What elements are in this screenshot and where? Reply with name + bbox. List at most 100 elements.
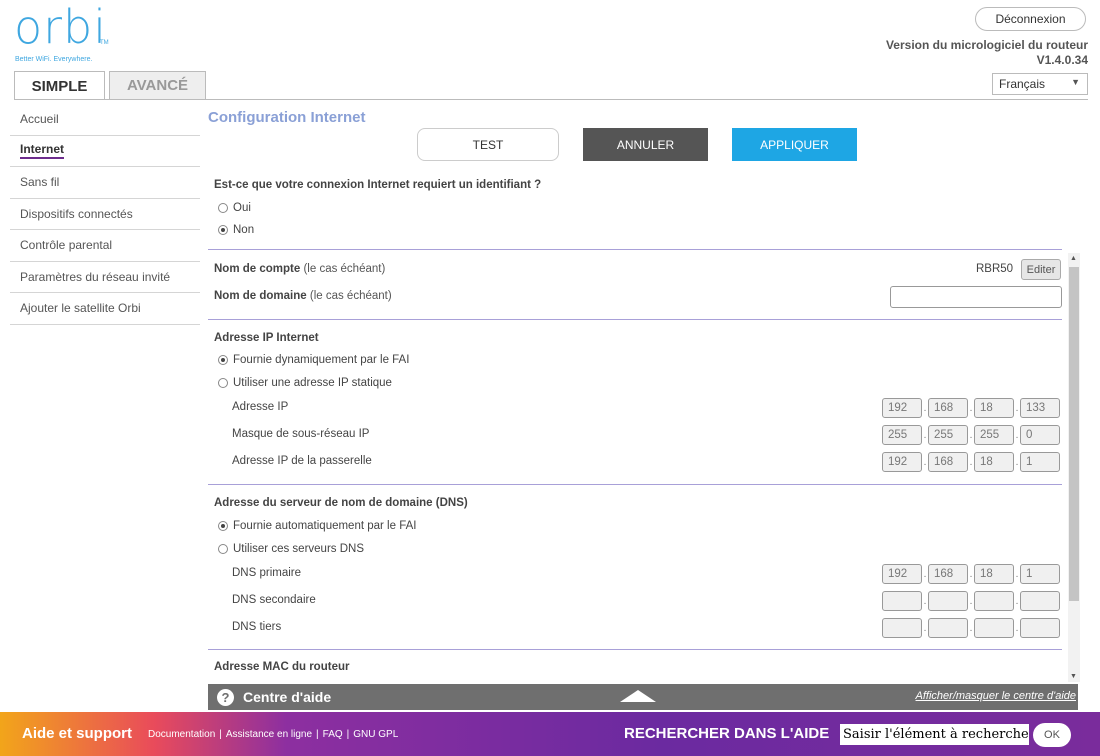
logo-tagline: Better WiFi. Everywhere. <box>15 56 93 63</box>
dns3-octet-2[interactable] <box>928 618 968 638</box>
sidebar-item-internet[interactable]: Internet <box>10 136 200 167</box>
login-yes-radio[interactable]: Oui <box>218 202 251 214</box>
mask-octet-3[interactable]: 255 <box>974 425 1014 445</box>
account-name-value: RBR50 <box>976 263 1014 275</box>
scrollbar[interactable]: ▲ ▼ <box>1068 253 1080 682</box>
dns-manual-radio[interactable]: Utiliser ces serveurs DNS <box>218 543 364 555</box>
account-name-label: Nom de compte (le cas échéant) <box>214 263 386 275</box>
sidebar-item-sans-fil[interactable]: Sans fil <box>10 167 200 199</box>
help-search-ok-button[interactable]: OK <box>1033 723 1071 747</box>
dns-secondary-fields[interactable]: . . . <box>882 591 1060 611</box>
sidebar-item-dispositifs[interactable]: Dispositifs connectés <box>10 199 200 230</box>
firmware-version: V1.4.0.34 <box>1036 53 1088 67</box>
help-center-title: Centre d'aide <box>243 689 332 705</box>
dns3-octet-1[interactable] <box>882 618 922 638</box>
faq-link[interactable]: FAQ <box>323 729 343 740</box>
radio-icon <box>218 378 228 388</box>
scrollbar-thumb[interactable] <box>1069 267 1079 601</box>
ip-octet-3[interactable]: 18 <box>974 398 1014 418</box>
sidebar-item-controle-parental[interactable]: Contrôle parental <box>10 230 200 262</box>
dns-primary-fields[interactable]: 192. 168. 18. 1 <box>882 564 1060 584</box>
dns1-octet-1[interactable]: 192 <box>882 564 922 584</box>
logo-trademark: TM <box>100 40 109 46</box>
subnet-mask-label: Masque de sous-réseau IP <box>232 428 370 440</box>
sidebar: Accueil Internet Sans fil Dispositifs co… <box>10 104 200 325</box>
help-search-label: RECHERCHER DANS L'AIDE <box>624 725 830 742</box>
gnu-gpl-link[interactable]: GNU GPL <box>353 729 398 740</box>
radio-checked-icon <box>218 225 228 235</box>
mask-octet-4[interactable]: 0 <box>1020 425 1060 445</box>
sidebar-item-reseau-invite[interactable]: Paramètres du réseau invité <box>10 262 200 293</box>
scroll-up-icon[interactable]: ▲ <box>1070 255 1077 262</box>
section-divider <box>208 649 1062 650</box>
support-footer: Aide et support Documentation | Assistanc… <box>0 712 1100 756</box>
gateway-label: Adresse IP de la passerelle <box>232 455 372 467</box>
dns1-octet-2[interactable]: 168 <box>928 564 968 584</box>
radio-icon <box>218 544 228 554</box>
documentation-link[interactable]: Documentation <box>148 729 215 740</box>
test-button[interactable]: TEST <box>417 128 559 161</box>
login-no-radio[interactable]: Non <box>218 224 254 236</box>
subnet-mask-fields[interactable]: 255. 255. 255. 0 <box>882 425 1060 445</box>
tab-simple[interactable]: SIMPLE <box>14 71 105 100</box>
gateway-fields[interactable]: 192. 168. 18. 1 <box>882 452 1060 472</box>
logout-button[interactable]: Déconnexion <box>975 7 1086 31</box>
dns-tertiary-fields[interactable]: . . . <box>882 618 1060 638</box>
settings-scroll-area[interactable]: Nom de compte (le cas échéant) RBR50 Edi… <box>208 250 1080 682</box>
logo-wordmark: orbi <box>14 0 108 54</box>
mac-section-title: Adresse MAC du routeur <box>214 661 350 673</box>
question-mark-icon: ? <box>217 688 234 706</box>
triangle-up-icon[interactable] <box>620 690 656 702</box>
dns2-octet-3[interactable] <box>974 591 1014 611</box>
dns3-octet-4[interactable] <box>1020 618 1060 638</box>
dns-primary-label: DNS primaire <box>232 567 302 579</box>
ip-octet-2[interactable]: 168 <box>928 398 968 418</box>
gateway-octet-2[interactable]: 168 <box>928 452 968 472</box>
cancel-button[interactable]: ANNULER <box>583 128 708 161</box>
gateway-octet-1[interactable]: 192 <box>882 452 922 472</box>
help-center-toggle-link[interactable]: Afficher/masquer le centre d'aide <box>916 690 1076 702</box>
sidebar-item-accueil[interactable]: Accueil <box>10 104 200 136</box>
ip-section-title: Adresse IP Internet <box>214 332 319 344</box>
help-center-bar[interactable]: ? Centre d'aide Afficher/masquer le cent… <box>208 684 1078 710</box>
page-title: Configuration Internet <box>208 109 366 126</box>
tab-advanced[interactable]: AVANCÉ <box>109 71 206 99</box>
dns3-octet-3[interactable] <box>974 618 1014 638</box>
header-divider <box>14 99 1088 100</box>
dns2-octet-4[interactable] <box>1020 591 1060 611</box>
domain-name-input[interactable] <box>890 286 1062 308</box>
dns-auto-radio[interactable]: Fournie automatiquement par le FAI <box>218 520 416 532</box>
radio-checked-icon <box>218 521 228 531</box>
online-assistance-link[interactable]: Assistance en ligne <box>226 729 312 740</box>
ip-octet-4[interactable]: 133 <box>1020 398 1060 418</box>
support-title: Aide et support <box>22 725 133 742</box>
ip-address-fields[interactable]: 192. 168. 18. 133 <box>882 398 1060 418</box>
gateway-octet-4[interactable]: 1 <box>1020 452 1060 472</box>
ip-dynamic-radio[interactable]: Fournie dynamiquement par le FAI <box>218 354 409 366</box>
language-select[interactable]: Français ▼ <box>992 73 1088 95</box>
language-value: Français <box>999 77 1046 91</box>
ip-octet-1[interactable]: 192 <box>882 398 922 418</box>
firmware-label: Version du micrologiciel du routeur <box>885 38 1088 52</box>
help-search-input[interactable]: Saisir l'élément à rechercher <box>840 724 1029 745</box>
domain-name-label: Nom de domaine (le cas échéant) <box>214 290 392 302</box>
chevron-down-icon: ▼ <box>1071 77 1080 87</box>
support-links: Documentation | Assistance en ligne | FAQ |… <box>148 729 399 740</box>
dns1-octet-4[interactable]: 1 <box>1020 564 1060 584</box>
gateway-octet-3[interactable]: 18 <box>974 452 1014 472</box>
sidebar-item-ajouter-satellite[interactable]: Ajouter le satellite Orbi <box>10 293 200 325</box>
dns-section-title: Adresse du serveur de nom de domaine (DN… <box>214 497 468 509</box>
apply-button[interactable]: APPLIQUER <box>732 128 857 161</box>
dns1-octet-3[interactable]: 18 <box>974 564 1014 584</box>
ip-static-radio[interactable]: Utiliser une adresse IP statique <box>218 377 392 389</box>
scroll-down-icon[interactable]: ▼ <box>1070 673 1077 680</box>
mask-octet-1[interactable]: 255 <box>882 425 922 445</box>
dns2-octet-1[interactable] <box>882 591 922 611</box>
orbi-logo: orbi TM Better WiFi. Everywhere. <box>14 0 154 64</box>
section-divider <box>208 484 1062 485</box>
login-question: Est-ce que votre connexion Internet requ… <box>214 179 542 191</box>
dns2-octet-2[interactable] <box>928 591 968 611</box>
edit-button[interactable]: Editer <box>1021 259 1061 280</box>
dns-tertiary-label: DNS tiers <box>232 621 282 633</box>
mask-octet-2[interactable]: 255 <box>928 425 968 445</box>
